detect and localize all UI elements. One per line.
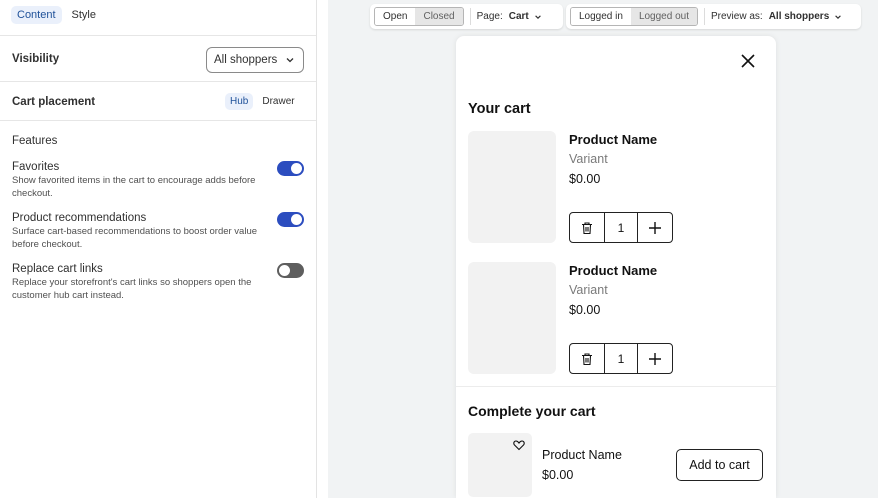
preview-as-label: Preview as:: [711, 11, 763, 22]
cart-hub: Your cart Product Name Variant $0.00 1 P…: [456, 36, 776, 498]
quantity-stepper: 1: [569, 343, 673, 374]
product-price: $0.00: [569, 172, 601, 186]
tab-content[interactable]: Content: [11, 6, 62, 24]
logged-in-option[interactable]: Logged in: [571, 8, 631, 25]
add-to-cart-button[interactable]: Add to cart: [676, 449, 763, 481]
visibility-label: Visibility: [12, 53, 60, 65]
preview-toolbar-audience: Logged in Logged out Preview as: All sho…: [566, 4, 861, 29]
toggle-knob: [279, 265, 290, 276]
product-image[interactable]: [468, 262, 556, 374]
chevron-down-icon[interactable]: [534, 13, 542, 21]
close-icon[interactable]: [740, 53, 756, 69]
open-closed-toggle: Open Closed: [374, 7, 464, 26]
cart-line-item: Product Name Variant $0.00 1: [468, 131, 768, 243]
placement-hub[interactable]: Hub: [225, 93, 254, 110]
recommended-product-name[interactable]: Product Name: [542, 448, 622, 462]
feature-title: Product recommendations: [12, 212, 147, 224]
section-divider: [456, 386, 776, 387]
trash-icon: [581, 352, 592, 365]
logged-out-option[interactable]: Logged out: [630, 8, 697, 25]
quantity-value[interactable]: 1: [603, 344, 639, 373]
product-variant: Variant: [569, 283, 608, 297]
panel-tabs: Content Style: [11, 6, 102, 24]
login-toggle: Logged in Logged out: [570, 7, 698, 26]
visibility-row: Visibility All shoppers: [0, 35, 316, 82]
plus-icon: [649, 221, 661, 234]
placement-drawer[interactable]: Drawer: [257, 93, 299, 110]
features-heading: Features: [12, 135, 58, 147]
preview-toolbar-state: Open Closed Page: Cart: [370, 4, 563, 29]
feature-favorites: Favorites Show favorited items in the ca…: [12, 161, 304, 200]
replace-cart-links-toggle[interactable]: [277, 263, 304, 278]
recommended-product-price: $0.00: [542, 468, 574, 482]
feature-title: Replace cart links: [12, 263, 103, 275]
visibility-select[interactable]: All shoppers: [206, 47, 304, 73]
feature-description: Replace your storefront's cart links so …: [12, 277, 252, 301]
quantity-stepper: 1: [569, 212, 673, 243]
settings-panel: Content Style Visibility All shoppers Ca…: [0, 0, 317, 498]
increase-button[interactable]: [638, 344, 672, 373]
toggle-knob: [291, 163, 302, 174]
feature-replace-cart-links: Replace cart links Replace your storefro…: [12, 263, 304, 302]
trash-icon: [581, 221, 592, 234]
recommendations-title: Complete your cart: [468, 403, 596, 419]
feature-title: Favorites: [12, 161, 60, 173]
chevron-down-icon: [286, 58, 294, 63]
plus-icon: [649, 352, 661, 365]
remove-button[interactable]: [570, 213, 604, 242]
remove-button[interactable]: [570, 344, 604, 373]
feature-description: Surface cart-based recommendations to bo…: [12, 226, 258, 250]
cart-title: Your cart: [468, 101, 531, 117]
recommendations-toggle[interactable]: [277, 212, 304, 227]
increase-button[interactable]: [638, 213, 672, 242]
cart-placement-segmented: Hub Drawer: [225, 93, 300, 110]
tab-style[interactable]: Style: [66, 6, 102, 24]
visibility-value: All shoppers: [214, 54, 278, 66]
cart-placement-row: Cart placement Hub Drawer: [0, 81, 316, 121]
toggle-knob: [291, 214, 302, 225]
toolbar-divider: [704, 8, 705, 25]
quantity-value[interactable]: 1: [603, 213, 639, 242]
chevron-down-icon[interactable]: [834, 13, 842, 21]
favorites-toggle[interactable]: [277, 161, 304, 176]
state-open[interactable]: Open: [375, 8, 416, 25]
heart-icon[interactable]: [513, 439, 525, 451]
feature-product-recommendations: Product recommendations Surface cart-bas…: [12, 212, 304, 251]
feature-description: Show favorited items in the cart to enco…: [12, 175, 256, 199]
toolbar-divider: [469, 8, 471, 25]
cart-line-item: Product Name Variant $0.00 1: [468, 262, 768, 374]
product-name[interactable]: Product Name: [569, 263, 657, 278]
product-variant: Variant: [569, 152, 608, 166]
state-closed[interactable]: Closed: [415, 8, 463, 25]
preview-as-select[interactable]: All shoppers: [769, 11, 830, 22]
product-price: $0.00: [569, 303, 601, 317]
page-label: Page:: [476, 11, 503, 22]
cart-placement-label: Cart placement: [12, 96, 96, 108]
product-image[interactable]: [468, 131, 556, 243]
page-select[interactable]: Cart: [509, 11, 529, 22]
product-name[interactable]: Product Name: [569, 132, 657, 147]
